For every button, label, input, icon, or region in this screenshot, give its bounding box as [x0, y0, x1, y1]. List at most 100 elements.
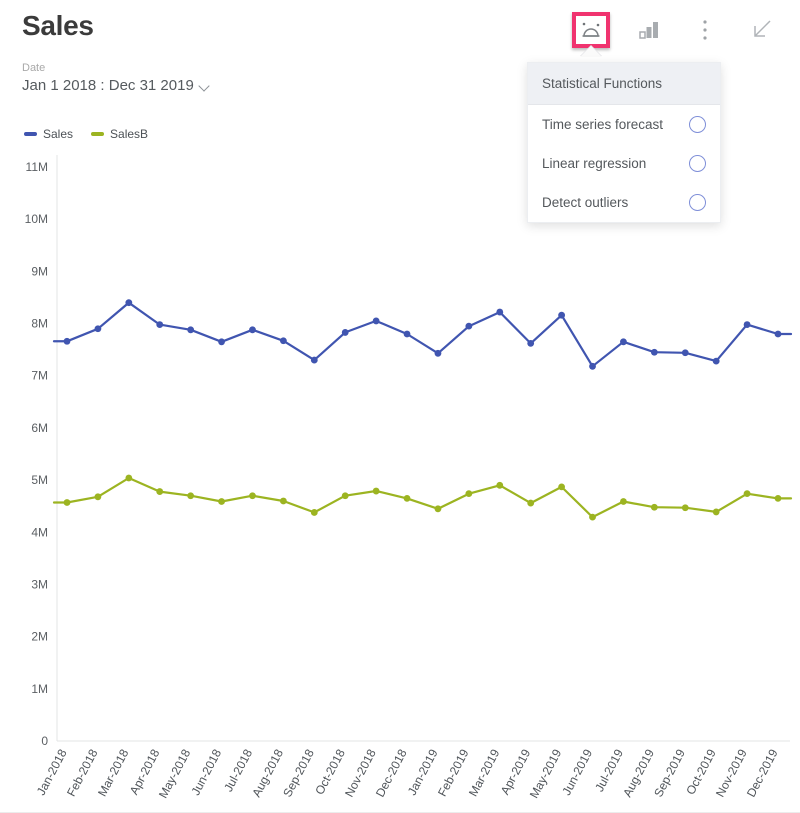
data-point[interactable]	[558, 311, 566, 319]
data-point[interactable]	[434, 505, 442, 513]
collapse-arrow-glyph	[754, 20, 771, 37]
bar-chart-glyph	[639, 22, 658, 39]
y-axis-tick: 2M	[31, 630, 48, 644]
toggle-circle-icon[interactable]	[689, 155, 706, 172]
data-point[interactable]	[712, 508, 720, 516]
y-axis-tick: 0	[41, 734, 48, 748]
data-point[interactable]	[743, 490, 751, 498]
line-chart: 11M 10M 9M 8M 7M 6M 5M 4M 3M 2M 1M 0 Jan-2018 Feb-201…	[0, 150, 800, 813]
data-point[interactable]	[496, 308, 504, 316]
data-point[interactable]	[681, 349, 689, 357]
y-axis-tick: 1M	[31, 682, 48, 696]
date-filter-value[interactable]: Jan 1 2018 : Dec 31 2019	[22, 76, 211, 96]
series-line-salesb	[65, 476, 780, 519]
y-axis-tick: 4M	[31, 525, 48, 539]
menu-item-label: Time series forecast	[542, 117, 664, 132]
series-line-sales	[65, 301, 780, 368]
data-point[interactable]	[341, 329, 349, 336]
menu-pointer-caret	[580, 46, 602, 57]
more-options-icon[interactable]	[688, 13, 722, 47]
chart-legend: Sales SalesB	[24, 127, 148, 141]
data-point[interactable]	[249, 492, 256, 500]
date-range-text: Jan 1 2018 : Dec 31 2019	[22, 77, 194, 94]
data-point[interactable]	[218, 338, 225, 346]
legend-item-sales[interactable]: Sales	[24, 127, 73, 141]
data-point[interactable]	[63, 499, 71, 506]
y-axis-tick: 6M	[31, 421, 48, 435]
data-point[interactable]	[279, 337, 287, 345]
data-point[interactable]	[743, 321, 751, 328]
data-point[interactable]	[558, 483, 566, 491]
data-point[interactable]	[620, 498, 627, 505]
data-point[interactable]	[125, 299, 133, 307]
data-point[interactable]	[94, 493, 102, 501]
x-axis-tick: Jul-2019	[592, 747, 626, 795]
y-axis-tick: 3M	[31, 577, 48, 591]
statistical-functions-icon[interactable]	[572, 12, 610, 57]
data-point[interactable]	[341, 492, 349, 500]
data-point[interactable]	[156, 321, 164, 328]
menu-item-label: Linear regression	[542, 156, 647, 171]
data-point[interactable]	[279, 497, 287, 505]
x-axis-tick: Jul-2018	[221, 747, 255, 795]
vertical-dots-glyph	[703, 20, 707, 40]
data-point[interactable]	[650, 348, 658, 356]
menu-header: Statistical Functions	[528, 63, 720, 105]
data-point[interactable]	[125, 474, 133, 482]
data-point[interactable]	[434, 349, 442, 357]
chart-toolbar	[572, 10, 778, 57]
data-point[interactable]	[310, 356, 318, 364]
data-point[interactable]	[681, 504, 689, 512]
data-point[interactable]	[465, 322, 473, 330]
legend-swatch	[24, 132, 37, 136]
y-axis-tick: 11M	[26, 160, 48, 174]
data-point[interactable]	[372, 317, 380, 325]
data-point[interactable]	[403, 330, 411, 338]
page-title: Sales	[22, 10, 94, 41]
data-point[interactable]	[620, 338, 627, 346]
data-point[interactable]	[249, 326, 256, 334]
data-point[interactable]	[774, 330, 782, 338]
data-point[interactable]	[496, 481, 504, 489]
data-point[interactable]	[774, 494, 782, 502]
legend-item-salesb[interactable]: SalesB	[91, 127, 148, 141]
menu-item-time-series-forecast[interactable]: Time series forecast	[528, 105, 720, 144]
data-point[interactable]	[218, 498, 225, 505]
x-axis-tick: Sep-2019	[651, 747, 688, 800]
y-axis-tick: 7M	[31, 369, 48, 383]
chevron-down-icon	[200, 81, 211, 92]
statistical-functions-menu: Statistical Functions Time series foreca…	[527, 62, 721, 223]
chart-type-icon[interactable]	[632, 13, 666, 47]
data-point[interactable]	[372, 487, 380, 495]
data-point[interactable]	[156, 488, 164, 495]
x-axis-tick: Sep-2018	[280, 747, 317, 800]
x-axis-tick: Jun-2019	[559, 747, 595, 798]
data-point[interactable]	[527, 339, 535, 347]
menu-item-detect-outliers[interactable]: Detect outliers	[528, 183, 720, 222]
toggle-circle-icon[interactable]	[689, 194, 706, 211]
data-point[interactable]	[465, 490, 473, 498]
sales-chart-panel: Sales Date Jan 1 2018 : Dec 31 2019 Stat…	[0, 0, 800, 813]
y-axis-tick: 9M	[31, 264, 48, 278]
y-axis-tick: 10M	[25, 212, 48, 226]
data-point[interactable]	[310, 509, 318, 516]
data-point[interactable]	[94, 325, 102, 333]
data-point[interactable]	[403, 494, 411, 502]
data-point[interactable]	[527, 499, 535, 507]
menu-item-linear-regression[interactable]: Linear regression	[528, 144, 720, 183]
data-point[interactable]	[589, 362, 596, 370]
data-point[interactable]	[187, 326, 195, 334]
data-point[interactable]	[187, 492, 195, 500]
data-point[interactable]	[63, 337, 71, 345]
date-filter-label: Date	[22, 62, 46, 74]
data-point[interactable]	[650, 503, 658, 511]
data-point[interactable]	[589, 513, 596, 521]
line-chart-svg[interactable]: 11M10M9M8M7M6M5M4M3M2M1M0Jan-2018Feb-201…	[0, 150, 800, 813]
collapse-icon[interactable]	[744, 13, 778, 47]
statistical-functions-glyph	[582, 22, 600, 37]
x-axis-tick: Jun-2018	[188, 747, 224, 798]
toggle-circle-icon[interactable]	[689, 116, 706, 133]
data-point[interactable]	[712, 357, 720, 365]
date-filter[interactable]: Date Jan 1 2018 : Dec 31 2019	[22, 61, 211, 96]
y-axis-tick: 8M	[31, 317, 48, 331]
